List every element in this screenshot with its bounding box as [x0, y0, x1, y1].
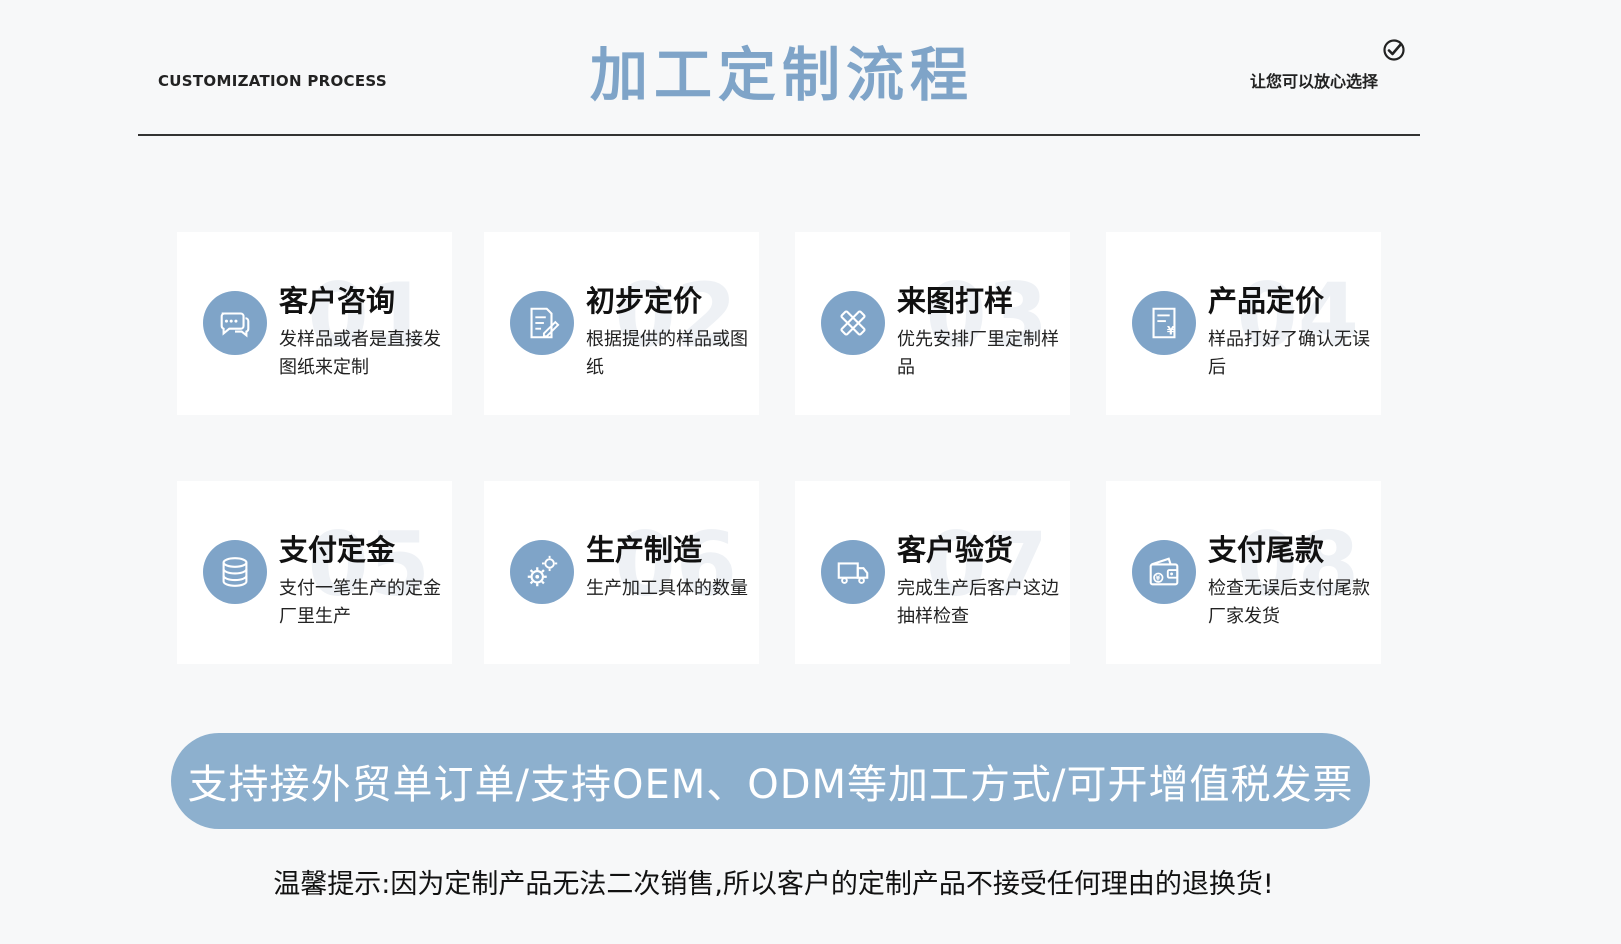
header-en-label: CUSTOMIZATION PROCESS	[158, 72, 387, 90]
step-card-2: 02 初步定价 根据提供的样品或图纸	[484, 232, 759, 415]
price-document-icon: ¥	[1132, 291, 1196, 355]
step-card-7: 07 客户验货 完成生产后客户这边抽样检查	[795, 481, 1070, 664]
gears-icon	[510, 540, 574, 604]
tagline: 让您可以放心选择	[1250, 72, 1379, 91]
check-circle-icon	[1383, 39, 1405, 61]
step-title: 初步定价	[586, 284, 703, 318]
header-divider	[138, 134, 1420, 136]
step-desc: 完成生产后客户这边抽样检查	[897, 578, 1059, 627]
step-title: 支付尾款	[1208, 533, 1325, 567]
notice-text: 温馨提示:因为定制产品无法二次销售,所以客户的定制产品不接受任何理由的退换货!	[273, 869, 1274, 900]
step-card-1: 01 客户咨询 发样品或者是直接发图纸来定制	[177, 232, 452, 415]
service-banner: 支持接外贸单订单/支持OEM、ODM等加工方式/可开增值税发票	[171, 733, 1370, 829]
pencil-ruler-icon	[821, 291, 885, 355]
step-title: 客户咨询	[279, 284, 396, 318]
coin-stack-icon	[203, 540, 267, 604]
banner-text: 支持接外贸单订单/支持OEM、ODM等加工方式/可开增值税发票	[187, 762, 1354, 808]
step-title: 来图打样	[897, 284, 1014, 318]
document-edit-icon	[510, 291, 574, 355]
step-desc: 优先安排厂里定制样品	[897, 329, 1059, 378]
step-desc: 检查无误后支付尾款厂家发货	[1208, 578, 1370, 627]
step-card-4: 04 ¥ 产品定价 样品打好了确认无误后	[1106, 232, 1381, 415]
step-desc: 发样品或者是直接发图纸来定制	[279, 329, 441, 378]
step-desc: 生产加工具体的数量	[586, 578, 748, 599]
chat-bubbles-icon	[203, 291, 267, 355]
step-title: 生产制造	[586, 533, 703, 567]
svg-text:¥: ¥	[1156, 575, 1161, 583]
step-card-3: 03 来图打样 优先安排厂里定制样品	[795, 232, 1070, 415]
step-desc: 支付一笔生产的定金厂里生产	[279, 578, 441, 627]
step-desc: 根据提供的样品或图纸	[586, 329, 748, 378]
step-desc: 样品打好了确认无误后	[1208, 329, 1370, 378]
svg-text:¥: ¥	[1167, 323, 1175, 337]
page-title: 加工定制流程	[590, 41, 975, 109]
step-card-6: 06 生产制造 生产加工具体的数量	[484, 481, 759, 664]
step-card-8: 08 ¥ 支付尾款 检查无误后支付尾款厂家发货	[1106, 481, 1381, 664]
delivery-truck-icon	[821, 540, 885, 604]
step-title: 产品定价	[1208, 284, 1325, 318]
step-title: 支付定金	[279, 533, 396, 567]
step-title: 客户验货	[897, 533, 1014, 567]
step-card-5: 05 支付定金 支付一笔生产的定金厂里生产	[177, 481, 452, 664]
wallet-icon: ¥	[1132, 540, 1196, 604]
